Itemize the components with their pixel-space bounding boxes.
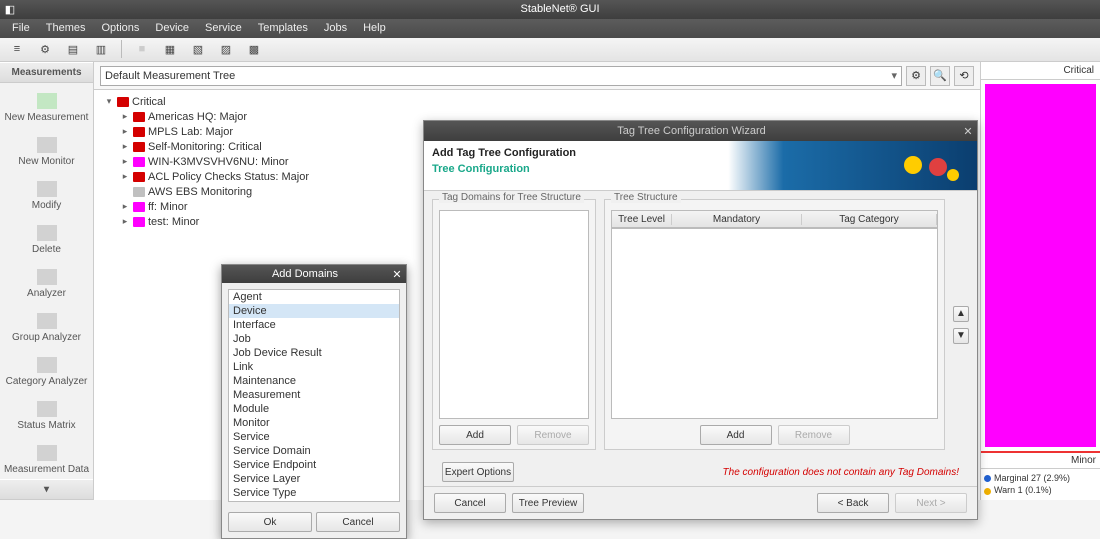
remove-tree-button-right: Remove [778, 425, 850, 445]
domain-option[interactable]: Measurement [229, 388, 399, 402]
add-domains-title-bar[interactable]: Add Domains ✕ [222, 265, 406, 283]
tool-8[interactable]: ▩ [243, 38, 265, 60]
wizard-next-button: Next > [895, 493, 967, 513]
palette-group-analyzer[interactable]: Group Analyzer [0, 303, 93, 347]
domain-option[interactable]: Service Layer [229, 472, 399, 486]
right-group-title: Tree Structure [611, 192, 681, 203]
tool-6[interactable]: ▧ [187, 38, 209, 60]
add-domains-dialog: Add Domains ✕ AgentDeviceInterfaceJobJob… [221, 264, 407, 539]
tree-refresh-button[interactable]: ⟲ [954, 66, 974, 86]
add-domains-ok-button[interactable]: Ok [228, 512, 312, 532]
menu-options[interactable]: Options [95, 20, 145, 36]
palette-tab-measurements[interactable]: Measurements [0, 62, 93, 83]
legend: Marginal 27 (2.9%) Warn 1 (0.1%) [981, 469, 1100, 500]
menu-help[interactable]: Help [357, 20, 392, 36]
palette-measurement-data[interactable]: Measurement Data [0, 435, 93, 479]
palette-delete[interactable]: Delete [0, 215, 93, 259]
window-title-bar: ◧ StableNet® GUI [0, 0, 1100, 19]
expert-options-button[interactable]: Expert Options [442, 462, 514, 482]
wizard-back-button[interactable]: < Back [817, 493, 889, 513]
palette-category-analyzer[interactable]: Category Analyzer [0, 347, 93, 391]
domain-option[interactable]: Service Endpoint [229, 458, 399, 472]
palette-status-matrix[interactable]: Status Matrix [0, 391, 93, 435]
th-mandatory: Mandatory [672, 214, 802, 225]
tag-tree-config-wizard: Tag Tree Configuration Wizard ✕ Add Tag … [423, 120, 978, 520]
domain-option[interactable]: Module [229, 402, 399, 416]
menu-file[interactable]: File [6, 20, 36, 36]
tool-2[interactable]: ⚙ [34, 38, 56, 60]
domain-option[interactable]: Job [229, 332, 399, 346]
move-down-button[interactable]: ▼ [953, 328, 969, 344]
menu-service[interactable]: Service [199, 20, 248, 36]
th-level: Tree Level [612, 214, 672, 225]
th-tagcategory: Tag Category [802, 214, 937, 225]
add-domains-close-icon[interactable]: ✕ [388, 268, 406, 281]
wizard-banner-title: Add Tag Tree Configuration [432, 147, 576, 159]
left-group-title: Tag Domains for Tree Structure [439, 192, 584, 203]
status-color-block [985, 84, 1096, 447]
tree-topbar: Default Measurement Tree ⚙ 🔍 ⟲ [94, 62, 980, 90]
right-footer: Minor [981, 451, 1100, 469]
tag-domains-listbox[interactable] [439, 210, 589, 419]
domain-option[interactable]: Link [229, 360, 399, 374]
domain-option[interactable]: Service Domain [229, 444, 399, 458]
right-header: Critical [981, 62, 1100, 80]
add-domains-list[interactable]: AgentDeviceInterfaceJobJob Device Result… [228, 289, 400, 502]
tool-5[interactable]: ▦ [159, 38, 181, 60]
domain-option[interactable]: Snippet [229, 500, 399, 502]
domain-option[interactable]: Service [229, 430, 399, 444]
move-up-button[interactable]: ▲ [953, 306, 969, 322]
warning-text: The configuration does not contain any T… [723, 467, 959, 478]
tool-7[interactable]: ▨ [215, 38, 237, 60]
left-palette: Measurements New Measurement New Monitor… [0, 62, 94, 500]
tree-node[interactable]: ▾Critical [96, 94, 978, 109]
menu-templates[interactable]: Templates [252, 20, 314, 36]
tree-selector-combo[interactable]: Default Measurement Tree [100, 66, 902, 86]
wizard-banner: Add Tag Tree Configuration Tree Configur… [424, 141, 977, 191]
banner-decor-icon [853, 145, 973, 187]
add-domain-button-left[interactable]: Add [439, 425, 511, 445]
menu-jobs[interactable]: Jobs [318, 20, 353, 36]
wizard-close-icon[interactable]: ✕ [959, 125, 977, 138]
tree-preview-button[interactable]: Tree Preview [512, 493, 584, 513]
add-tree-button-right[interactable]: Add [700, 425, 772, 445]
tree-structure-header: Tree Level Mandatory Tag Category [611, 210, 938, 228]
domain-option[interactable]: Monitor [229, 416, 399, 430]
palette-new-measurement[interactable]: New Measurement [0, 83, 93, 127]
app-title: StableNet® GUI [20, 3, 1100, 15]
right-side-panel: Critical Minor Marginal 27 (2.9%) Warn 1… [980, 62, 1100, 500]
menu-themes[interactable]: Themes [40, 20, 92, 36]
remove-domain-button-left: Remove [517, 425, 589, 445]
menu-bar: File Themes Options Device Service Templ… [0, 19, 1100, 38]
wizard-title-text: Tag Tree Configuration Wizard [424, 125, 959, 137]
main-toolbar: ≡ ⚙ ▤ ▥ ■ ▦ ▧ ▨ ▩ [0, 38, 1100, 62]
tree-structure-table[interactable] [611, 228, 938, 419]
tool-4[interactable]: ▥ [90, 38, 112, 60]
domain-option[interactable]: Interface [229, 318, 399, 332]
add-domains-title: Add Domains [222, 268, 388, 280]
domain-option[interactable]: Job Device Result [229, 346, 399, 360]
menu-device[interactable]: Device [149, 20, 195, 36]
palette-analyzer[interactable]: Analyzer [0, 259, 93, 303]
tool-stop[interactable]: ■ [131, 38, 153, 60]
tree-search-button[interactable]: 🔍 [930, 66, 950, 86]
tool-3[interactable]: ▤ [62, 38, 84, 60]
domain-option[interactable]: Service Type [229, 486, 399, 500]
wizard-cancel-button[interactable]: Cancel [434, 493, 506, 513]
add-domains-cancel-button[interactable]: Cancel [316, 512, 400, 532]
tree-settings-button[interactable]: ⚙ [906, 66, 926, 86]
palette-new-monitor[interactable]: New Monitor [0, 127, 93, 171]
tool-1[interactable]: ≡ [6, 38, 28, 60]
domain-option[interactable]: Agent [229, 290, 399, 304]
wizard-title-bar[interactable]: Tag Tree Configuration Wizard ✕ [424, 121, 977, 141]
domain-option[interactable]: Device [229, 304, 399, 318]
palette-tab-bottom[interactable]: ▾ [0, 479, 93, 500]
wizard-banner-sub: Tree Configuration [432, 163, 530, 175]
domain-option[interactable]: Maintenance [229, 374, 399, 388]
palette-modify[interactable]: Modify [0, 171, 93, 215]
